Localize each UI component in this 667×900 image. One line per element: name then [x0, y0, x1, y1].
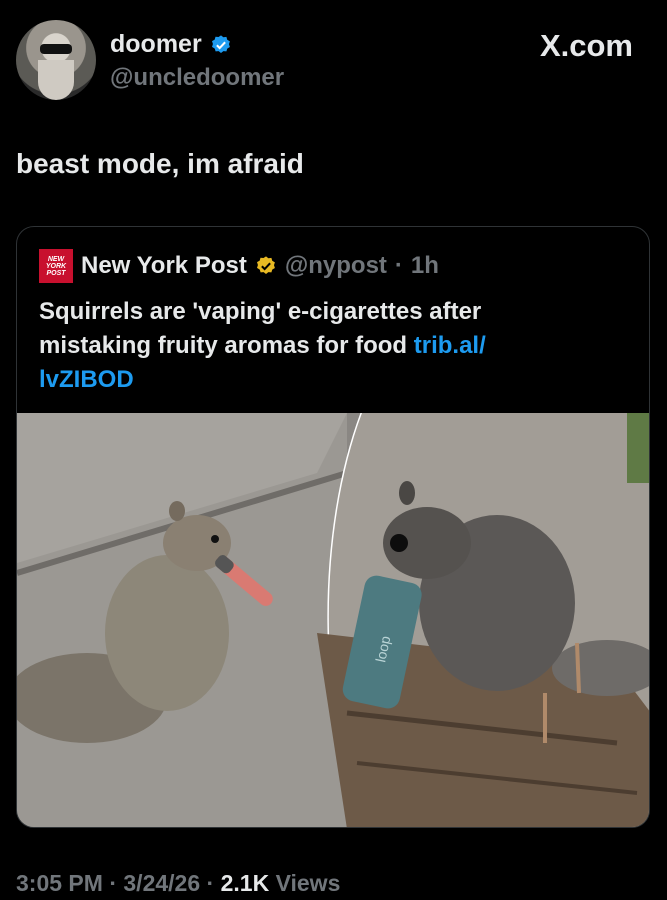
quoted-tweet-card[interactable]: NEW YORK POST New York Post @nypost · 1h… — [16, 226, 650, 828]
tweet-date[interactable]: 3/24/26 — [123, 870, 200, 896]
nypost-logo-icon[interactable]: NEW YORK POST — [39, 249, 73, 283]
avatar-beard — [38, 60, 74, 100]
quoted-link-part2[interactable]: lvZIBOD — [39, 366, 134, 393]
views-label: Views — [275, 870, 341, 896]
dot-separator: · — [206, 870, 221, 896]
verified-badge-icon — [211, 34, 230, 53]
nypost-logo-text: NEW YORK POST — [45, 255, 67, 277]
tweet-text: beast mode, im afraid — [16, 148, 304, 179]
author-name[interactable]: doomer — [110, 30, 202, 59]
dot-separator: · — [394, 252, 403, 279]
quoted-link-part1[interactable]: trib.al/ — [414, 332, 486, 359]
squirrels-photo-icon: loop — [17, 413, 649, 827]
dot-separator: · — [109, 870, 124, 896]
author-avatar[interactable] — [16, 20, 96, 100]
quoted-tweet-text: Squirrels are 'vaping' e-cigarettes afte… — [39, 295, 599, 397]
quoted-time[interactable]: 1h — [411, 252, 439, 280]
quoted-author-handle[interactable]: @nypost — [285, 252, 387, 280]
gold-verified-badge-icon — [256, 256, 275, 274]
quoted-image[interactable]: loop — [17, 413, 649, 827]
author-handle[interactable]: @uncledoomer — [110, 64, 284, 92]
quoted-author-name[interactable]: New York Post — [81, 252, 247, 280]
author-name-row[interactable]: doomer — [110, 30, 232, 59]
tweet-time[interactable]: 3:05 PM — [16, 870, 103, 896]
site-label: X.com — [539, 28, 633, 63]
avatar-sunglasses — [40, 44, 72, 54]
tweet-meta: 3:05 PM · 3/24/26 · 2.1K Views — [16, 870, 340, 897]
views-count: 2.1K — [220, 870, 270, 896]
quoted-tweet-header: NEW YORK POST New York Post @nypost · 1h — [39, 249, 439, 283]
